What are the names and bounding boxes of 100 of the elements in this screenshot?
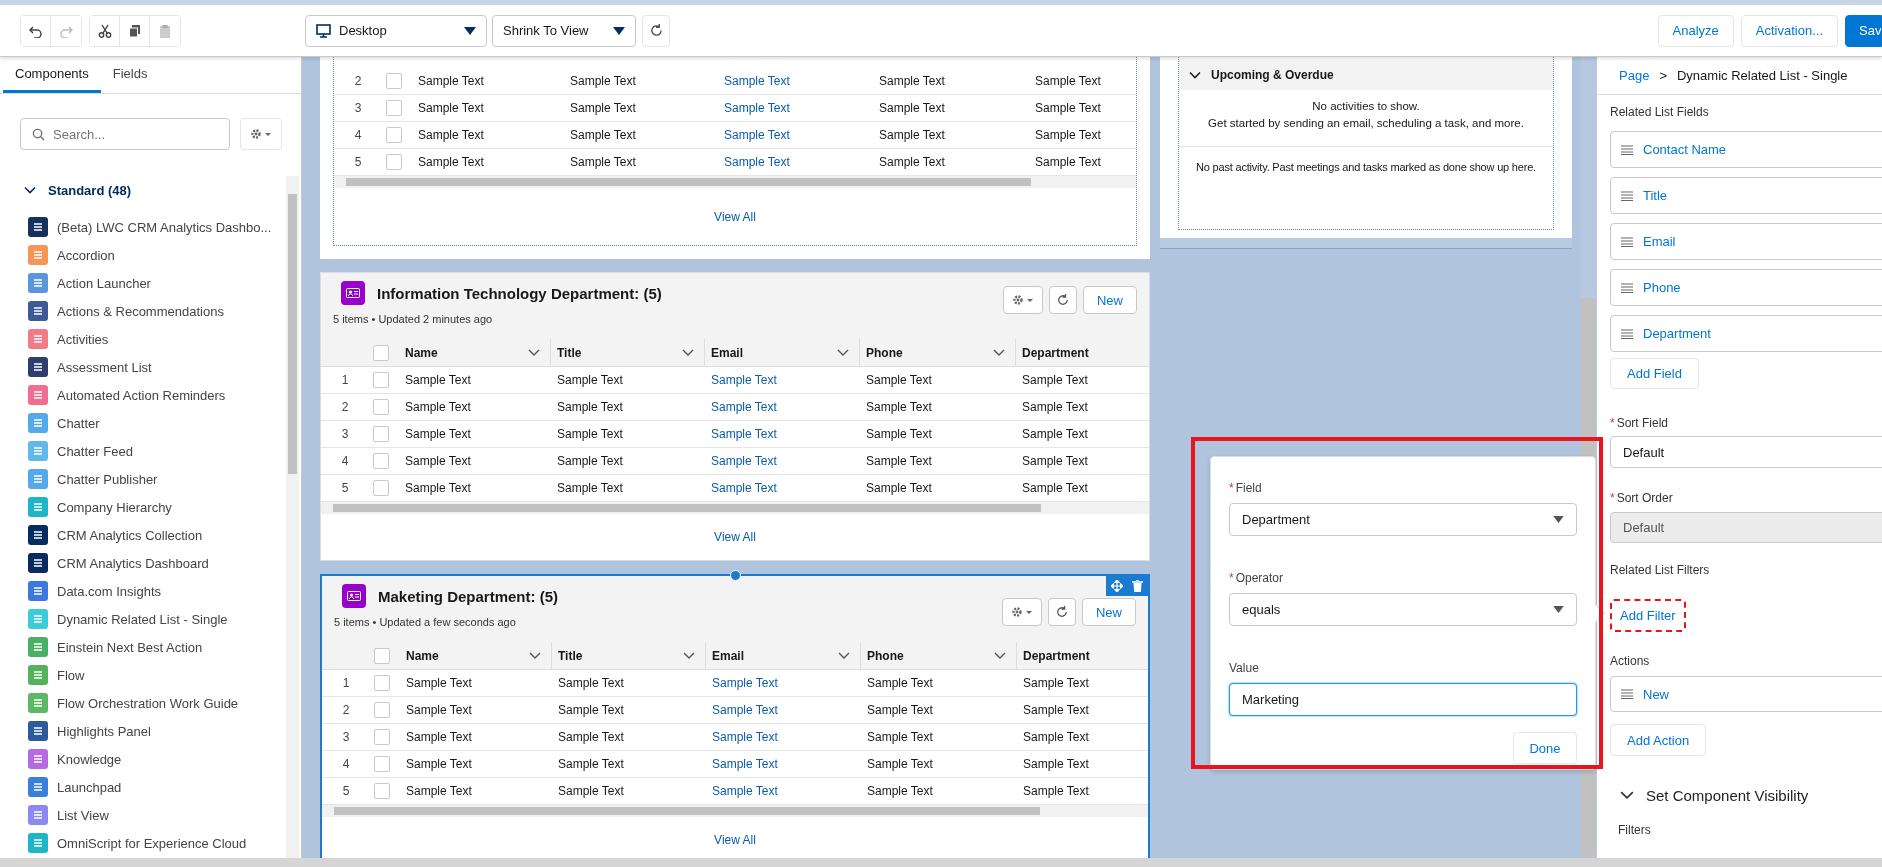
- component-item[interactable]: Chatter Publisher: [24, 465, 286, 493]
- component-item[interactable]: Highlights Panel: [24, 717, 286, 745]
- refresh-button[interactable]: [1048, 598, 1076, 626]
- undo-button[interactable]: [21, 15, 51, 46]
- table-link[interactable]: Sample Text: [706, 784, 861, 798]
- component-item[interactable]: (Beta) LWC CRM Analytics Dashbo...: [24, 213, 286, 241]
- sort-field-input[interactable]: Default: [1610, 436, 1882, 468]
- column-header[interactable]: Department: [1016, 339, 1149, 366]
- horizontal-scrollbar[interactable]: [322, 805, 1148, 817]
- column-header[interactable]: Email: [706, 642, 861, 669]
- scrollbar[interactable]: [286, 176, 299, 858]
- table-link[interactable]: Sample Text: [706, 757, 861, 771]
- component-item[interactable]: CRM Analytics Collection: [24, 521, 286, 549]
- field-select[interactable]: Department: [1229, 503, 1577, 536]
- row-checkbox[interactable]: [374, 783, 390, 799]
- component-item[interactable]: List View: [24, 801, 286, 829]
- component-item[interactable]: Assessment List: [24, 353, 286, 381]
- component-item[interactable]: Chatter Feed: [24, 437, 286, 465]
- field-item[interactable]: Phone: [1610, 269, 1882, 306]
- view-all-link[interactable]: View All: [714, 530, 756, 544]
- save-button[interactable]: Sav: [1845, 14, 1882, 47]
- horizontal-scrollbar[interactable]: [321, 502, 1149, 514]
- table-link[interactable]: Sample Text: [718, 101, 873, 115]
- component-item[interactable]: Company Hierarchy: [24, 493, 286, 521]
- table-link[interactable]: Sample Text: [705, 481, 860, 495]
- table-link[interactable]: Sample Text: [705, 427, 860, 441]
- component-item[interactable]: Actions & Recommendations: [24, 297, 286, 325]
- select-all-checkbox[interactable]: [374, 647, 390, 664]
- panel-tab[interactable]: Fields: [100, 57, 160, 93]
- horizontal-scrollbar[interactable]: [0, 858, 1882, 867]
- component-item[interactable]: Flow: [24, 661, 286, 689]
- component-item[interactable]: Dynamic Related List - Single: [24, 605, 286, 633]
- section-toggle[interactable]: Upcoming & Overdue: [1179, 60, 1553, 90]
- row-checkbox[interactable]: [373, 480, 389, 496]
- done-button[interactable]: Done: [1513, 732, 1577, 764]
- component-item[interactable]: OmniScript for Experience Cloud: [24, 829, 286, 857]
- cut-button[interactable]: [90, 15, 120, 46]
- component-item[interactable]: Launchpad: [24, 773, 286, 801]
- related-list-card[interactable]: [320, 57, 1150, 259]
- select-all-checkbox[interactable]: [373, 344, 389, 361]
- section-toggle[interactable]: Standard (48): [24, 176, 286, 204]
- component-item[interactable]: Activities: [24, 325, 286, 353]
- horizontal-scrollbar[interactable]: [334, 176, 1136, 188]
- row-checkbox[interactable]: [374, 756, 390, 772]
- toolbar-button[interactable]: Analyze: [1657, 14, 1734, 47]
- refresh-button[interactable]: [642, 14, 670, 47]
- field-item[interactable]: Department: [1610, 315, 1882, 352]
- column-header[interactable]: Title: [551, 339, 705, 366]
- add-action-button[interactable]: Add Action: [1610, 724, 1707, 756]
- component-item[interactable]: Chatter: [24, 409, 286, 437]
- settings-menu-button[interactable]: [1003, 286, 1043, 314]
- view-all-link[interactable]: View All: [714, 209, 756, 224]
- row-checkbox[interactable]: [373, 372, 389, 388]
- table-link[interactable]: Sample Text: [705, 400, 860, 414]
- column-header[interactable]: Phone: [860, 339, 1016, 366]
- column-header[interactable]: Email: [705, 339, 860, 366]
- row-checkbox[interactable]: [386, 100, 402, 116]
- component-item[interactable]: Action Launcher: [24, 269, 286, 297]
- row-checkbox[interactable]: [374, 675, 390, 691]
- table-link[interactable]: Sample Text: [718, 128, 873, 142]
- toolbar-button[interactable]: Activation...: [1740, 14, 1838, 47]
- table-link[interactable]: Sample Text: [705, 373, 860, 387]
- row-checkbox[interactable]: [373, 426, 389, 442]
- component-item[interactable]: Accordion: [24, 241, 286, 269]
- table-link[interactable]: Sample Text: [706, 703, 861, 717]
- table-link[interactable]: Sample Text: [705, 454, 860, 468]
- row-checkbox[interactable]: [374, 729, 390, 745]
- table-link[interactable]: Sample Text: [706, 730, 861, 744]
- section-toggle[interactable]: Set Component Visibility: [1610, 786, 1809, 804]
- trash-icon[interactable]: [1132, 580, 1144, 592]
- view-all-link[interactable]: View All: [714, 833, 756, 847]
- settings-menu-button[interactable]: [1002, 598, 1042, 626]
- row-checkbox[interactable]: [373, 453, 389, 469]
- component-item[interactable]: Einstein Next Best Action: [24, 633, 286, 661]
- table-link[interactable]: Sample Text: [718, 155, 873, 169]
- field-item[interactable]: Contact Name: [1610, 131, 1882, 168]
- row-checkbox[interactable]: [386, 154, 402, 170]
- value-input[interactable]: Marketing: [1229, 683, 1577, 716]
- table-link[interactable]: Sample Text: [706, 676, 861, 690]
- component-item[interactable]: Data.com Insights: [24, 577, 286, 605]
- device-select[interactable]: Desktop: [305, 14, 487, 47]
- column-header[interactable]: Phone: [861, 642, 1017, 669]
- panel-tab[interactable]: Components: [3, 57, 101, 93]
- search-field[interactable]: Search...: [20, 118, 230, 150]
- operator-select[interactable]: equals: [1229, 593, 1577, 626]
- new-button[interactable]: New: [1082, 598, 1136, 626]
- row-checkbox[interactable]: [374, 702, 390, 718]
- table-link[interactable]: Sample Text: [718, 74, 873, 88]
- settings-menu-button[interactable]: [240, 118, 282, 150]
- component-item[interactable]: Automated Action Reminders: [24, 381, 286, 409]
- refresh-button[interactable]: [1049, 286, 1077, 314]
- column-header[interactable]: Department: [1017, 642, 1148, 669]
- breadcrumb-link[interactable]: Page: [1619, 68, 1650, 83]
- column-header[interactable]: Name: [399, 339, 551, 366]
- row-checkbox[interactable]: [373, 399, 389, 415]
- field-item[interactable]: Email: [1610, 223, 1882, 260]
- action-item[interactable]: New: [1610, 676, 1882, 712]
- new-button[interactable]: New: [1083, 286, 1137, 314]
- component-item[interactable]: CRM Analytics Dashboard: [24, 549, 286, 577]
- row-checkbox[interactable]: [386, 127, 402, 143]
